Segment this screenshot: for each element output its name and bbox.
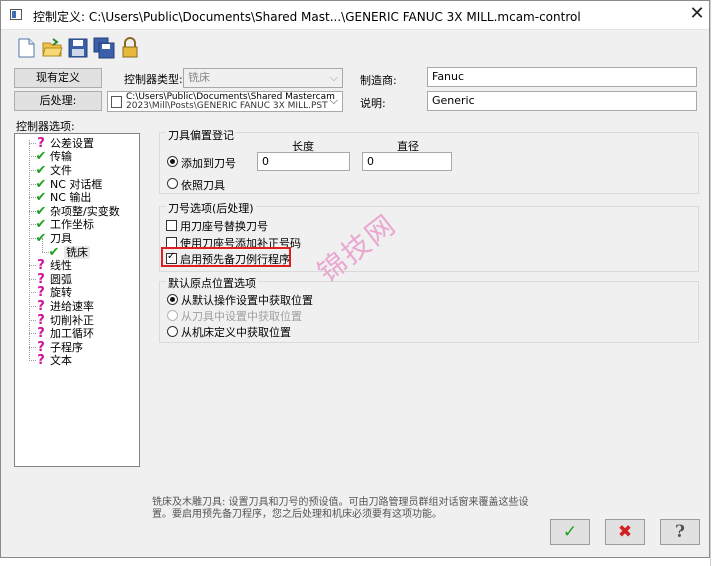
description-label: 说明: (360, 97, 386, 110)
ok-button[interactable]: ✓ (550, 519, 590, 545)
help-button[interactable]: ? (660, 519, 700, 545)
open-folder-icon[interactable] (41, 37, 63, 59)
home-from-machine-label: 从机床定义中获取位置 (181, 326, 291, 339)
replace-tool-number-label: 用刀座号替换刀号 (180, 220, 268, 233)
question-icon: ? (37, 353, 45, 368)
tool-number-group-title: 刀号选项(后处理) (166, 200, 256, 216)
add-to-tool-number-radio[interactable] (167, 156, 178, 167)
close-button[interactable]: ✕ (685, 3, 709, 27)
home-from-machine-radio[interactable] (167, 326, 178, 337)
by-tool-label: 依照刀具 (181, 179, 225, 192)
controller-options-label: 控制器选项: (16, 120, 75, 133)
post-file-icon (111, 96, 122, 108)
description-field[interactable]: Generic (427, 91, 697, 111)
post-processor-button[interactable]: 后处理: (14, 91, 102, 111)
home-from-default-radio[interactable] (167, 294, 178, 305)
manufacturer-field[interactable]: Fanuc (427, 67, 697, 87)
check-icon: ✔ (35, 231, 47, 246)
background-window-edge (710, 0, 720, 566)
manufacturer-label: 制造商: (360, 74, 397, 87)
controller-type-select[interactable]: 铣床 ⌵ (183, 68, 343, 88)
post-path-select[interactable]: C:\Users\Public\Documents\Shared Masterc… (107, 91, 343, 112)
question-icon: ? (37, 258, 45, 273)
current-definition-button[interactable]: 现有定义 (14, 68, 102, 88)
help-description: 铣床及木雕刀具: 设置刀具和刀号的预设值。可由刀路管理员群组对话窗来覆盖这些设置… (152, 497, 529, 520)
save-icon[interactable] (67, 37, 89, 59)
app-icon (10, 9, 22, 20)
home-position-group-title: 默认原点位置选项 (166, 275, 258, 291)
title-bar: 控制定义: C:\Users\Public\Documents\Shared M… (1, 1, 709, 30)
question-icon: ? (37, 285, 45, 300)
home-from-tool-label: 从刀具中设置中获取位置 (181, 310, 302, 323)
save-as-icon[interactable] (93, 37, 115, 59)
post-path-line2: 2023\Mill\Posts\GENERIC FANUC 3X MILL.PS… (126, 101, 328, 111)
tool-offset-group-title: 刀具偏置登记 (166, 127, 236, 143)
replace-tool-number-checkbox[interactable] (166, 220, 177, 231)
chevron-down-icon: ⌵ (329, 71, 338, 84)
check-icon: ✔ (35, 190, 47, 205)
question-icon: ? (37, 326, 45, 341)
controller-options-tree[interactable]: ? 公差设置 ✔ 传输 ✔ 文件 ✔ NC 对话框 ✔ NC 输出 ✔ 杂项整/实变数 ✔ 工… (14, 133, 140, 467)
diameter-field[interactable]: 0 (362, 152, 452, 171)
new-file-icon[interactable] (15, 37, 37, 59)
enable-prestage-label: 启用预先备刀例行程序 (180, 253, 290, 266)
home-from-default-label: 从默认操作设置中获取位置 (181, 294, 313, 307)
chevron-down-icon: ⌵ (329, 94, 338, 107)
controller-type-value: 铣床 (188, 71, 210, 84)
check-icon: ✔ (35, 217, 47, 232)
controller-type-label: 控制器类型: (124, 73, 183, 86)
check-icon: ✔ (35, 149, 47, 164)
by-tool-radio[interactable] (167, 178, 178, 189)
cancel-button[interactable]: ✖ (605, 519, 645, 545)
question-icon: ? (37, 299, 45, 314)
length-field[interactable]: 0 (257, 152, 350, 171)
enable-prestage-checkbox[interactable] (166, 251, 177, 264)
lock-icon[interactable] (119, 37, 141, 59)
add-to-tool-number-label: 添加到刀号 (181, 157, 236, 170)
dialog-window: 控制定义: C:\Users\Public\Documents\Shared M… (0, 0, 710, 558)
check-icon: ✔ (48, 245, 60, 260)
check-icon: ✔ (35, 163, 47, 178)
window-title: 控制定义: C:\Users\Public\Documents\Shared M… (33, 10, 581, 24)
home-from-tool-radio[interactable] (167, 310, 178, 321)
